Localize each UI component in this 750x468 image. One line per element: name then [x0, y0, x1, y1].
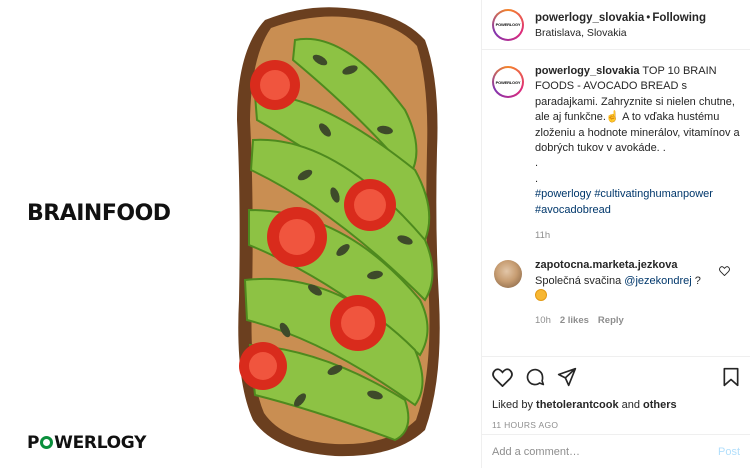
header-username-link[interactable]: powerlogy_slovakia [535, 12, 644, 24]
comment-reply-button[interactable]: Reply [598, 315, 624, 326]
comment-time: 10h [535, 314, 551, 326]
headline-brainfood: BRAINFOOD [27, 201, 171, 226]
caption: POWERLOGY powerlogy_slovakia TOP 10 BRAI… [482, 50, 750, 243]
comment-mention-link[interactable]: @jezekondrej [624, 275, 691, 287]
caption-username-link[interactable]: powerlogy_slovakia [535, 65, 640, 77]
caption-dot-line: . [535, 157, 539, 170]
add-comment-input[interactable] [492, 445, 718, 458]
liked-by-and: and [621, 399, 640, 411]
logo-o-ring [40, 436, 54, 449]
logo-text-end: WERLOGY [54, 433, 147, 453]
comment-text-end: ? [694, 274, 701, 287]
following-button[interactable]: Following [652, 12, 706, 24]
comment-bubble-icon[interactable] [525, 367, 545, 387]
post-comment-button[interactable]: Post [718, 446, 740, 458]
smile-emoji-icon [535, 289, 547, 302]
caption-text: TOP 10 BRAIN FOODS - AVOCADO BREAD s par… [535, 65, 740, 155]
avatar-text: POWERLOGY [495, 22, 521, 27]
liked-by: Liked by thetolerantcook and others [492, 399, 740, 411]
location-link[interactable]: Bratislava, Slovakia [535, 26, 706, 41]
instagram-post-view: BRAINFOOD P WERLOGY POWERLOGY powerlogy_… [0, 0, 750, 468]
liked-user-link[interactable]: thetolerantcook [536, 399, 619, 411]
like-heart-icon[interactable] [492, 367, 513, 387]
bookmark-icon[interactable] [722, 367, 740, 387]
post-timestamp: 11 HOURS AGO [492, 420, 559, 430]
post-actions: Liked by thetolerantcook and others 11 H… [482, 356, 750, 430]
comment-likes-link[interactable]: 2 likes [560, 315, 589, 326]
caption-hashtags[interactable]: #powerlogy #cultivatinghumanpower #avoca… [535, 187, 740, 218]
caption-time: 11h [535, 230, 551, 242]
commenter-avatar[interactable] [494, 260, 522, 289]
header-separator: • [646, 11, 651, 24]
comment-username-link[interactable]: zapotocna.marketa.jezkova [535, 259, 677, 271]
avatar-text: POWERLOGY [495, 79, 521, 85]
share-plane-icon[interactable] [557, 367, 577, 387]
post-image[interactable]: BRAINFOOD P WERLOGY [0, 0, 481, 468]
header-avatar[interactable]: POWERLOGY [492, 8, 524, 41]
caption-avatar[interactable]: POWERLOGY [492, 66, 524, 98]
add-comment-bar: Post [482, 434, 750, 468]
post-header: POWERLOGY powerlogy_slovakia • Following B… [482, 0, 750, 50]
comment-text: Společná svačina [535, 274, 622, 287]
liked-others-link[interactable]: others [643, 399, 677, 411]
post-sidebar: POWERLOGY powerlogy_slovakia • Following B… [481, 0, 750, 468]
powerlogy-logo: P WERLOGY [27, 433, 146, 453]
liked-by-prefix: Liked by [492, 399, 533, 411]
logo-text-start: P [27, 433, 40, 453]
comment: zapotocna.marketa.jezkova Společná svači… [482, 243, 750, 328]
caption-dot-line: . [535, 172, 539, 185]
comment-like-heart-icon[interactable] [719, 266, 730, 277]
avocado-toast-illustration [237, 7, 440, 457]
